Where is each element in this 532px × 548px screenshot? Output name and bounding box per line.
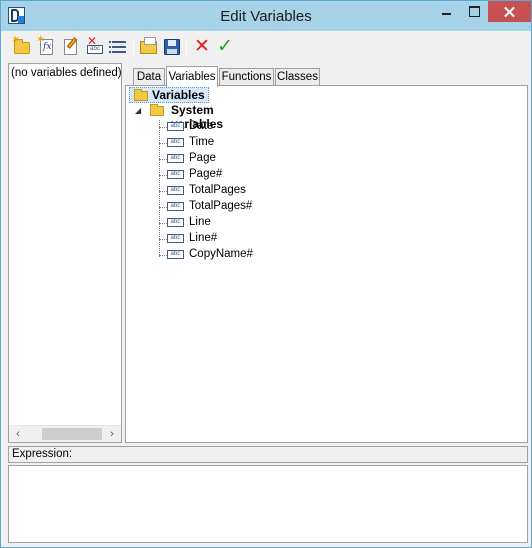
- abc-variable-icon: abc: [167, 202, 184, 211]
- scroll-right-icon[interactable]: ›: [104, 427, 120, 442]
- abc-variable-icon: abc: [167, 218, 184, 227]
- new-variable-button[interactable]: fx ✶: [36, 34, 58, 58]
- tree-item-totalpages-hash[interactable]: abc TotalPages#: [167, 200, 252, 212]
- list-button[interactable]: [108, 36, 130, 58]
- tab-variables[interactable]: Variables: [166, 66, 218, 87]
- abc-variable-icon: abc: [167, 154, 184, 163]
- title-bar[interactable]: Edit Variables: [1, 1, 531, 31]
- minimize-button[interactable]: [432, 1, 460, 22]
- expression-field[interactable]: [8, 465, 528, 543]
- abc-variable-icon: abc: [167, 186, 184, 195]
- tree-root-variables[interactable]: Variables: [129, 87, 209, 103]
- tree-item-copyname-hash[interactable]: abc CopyName#: [167, 248, 253, 260]
- abc-variable-icon: abc: [167, 234, 184, 243]
- abc-variable-icon: abc: [167, 170, 184, 179]
- tree-item-page-hash[interactable]: abc Page#: [167, 168, 222, 180]
- toolbar-separator: [133, 38, 134, 56]
- delete-button[interactable]: abc ✕: [84, 34, 106, 58]
- expression-label: Expression:: [8, 446, 528, 463]
- tab-functions[interactable]: Functions: [219, 68, 274, 86]
- tab-classes[interactable]: Classes: [275, 68, 320, 86]
- ok-button[interactable]: ✓: [214, 36, 236, 58]
- ok-icon: ✓: [217, 36, 233, 57]
- toolbar: ✶ fx ✶ abc ✕ ✕ ✓: [9, 34, 529, 59]
- edit-button[interactable]: [60, 36, 82, 58]
- folder-icon: [150, 104, 164, 116]
- scroll-left-icon[interactable]: ‹: [10, 427, 26, 442]
- close-window-button[interactable]: [488, 1, 531, 22]
- cancel-button[interactable]: ✕: [191, 36, 213, 58]
- abc-variable-icon: abc: [167, 122, 184, 131]
- tree-item-page[interactable]: abc Page: [167, 152, 216, 164]
- variables-tab-panel: Variables ◢ System variables abc Date abc…: [125, 85, 528, 443]
- tree-item-date[interactable]: abc Date: [167, 120, 213, 132]
- save-button[interactable]: [161, 36, 183, 58]
- tree-item-time[interactable]: abc Time: [167, 136, 214, 148]
- open-button[interactable]: [138, 36, 160, 58]
- tab-data[interactable]: Data: [133, 68, 165, 86]
- edit-variables-window: Edit Variables ✶ fx ✶ abc ✕ ✕ ✓ (no vari…: [0, 0, 532, 548]
- collapse-icon[interactable]: ◢: [135, 106, 141, 115]
- abc-variable-icon: abc: [167, 138, 184, 147]
- abc-variable-icon: abc: [167, 250, 184, 259]
- save-icon: [164, 39, 180, 55]
- tree-item-line[interactable]: abc Line: [167, 216, 211, 228]
- folder-icon: [134, 89, 148, 101]
- cancel-icon: ✕: [194, 36, 210, 57]
- open-icon: [140, 37, 157, 54]
- tree-item-line-hash[interactable]: abc Line#: [167, 232, 217, 244]
- horizontal-scrollbar[interactable]: ‹ ›: [9, 425, 121, 442]
- variables-list[interactable]: (no variables defined) ‹ ›: [8, 63, 122, 443]
- scroll-thumb[interactable]: [42, 428, 102, 440]
- toolbar-separator: [186, 38, 187, 56]
- empty-list-text: (no variables defined): [11, 67, 122, 79]
- tree-item-totalpages[interactable]: abc TotalPages: [167, 184, 246, 196]
- tree-root-label: Variables: [152, 88, 205, 102]
- maximize-button[interactable]: [460, 1, 488, 22]
- new-category-button[interactable]: ✶: [11, 34, 33, 58]
